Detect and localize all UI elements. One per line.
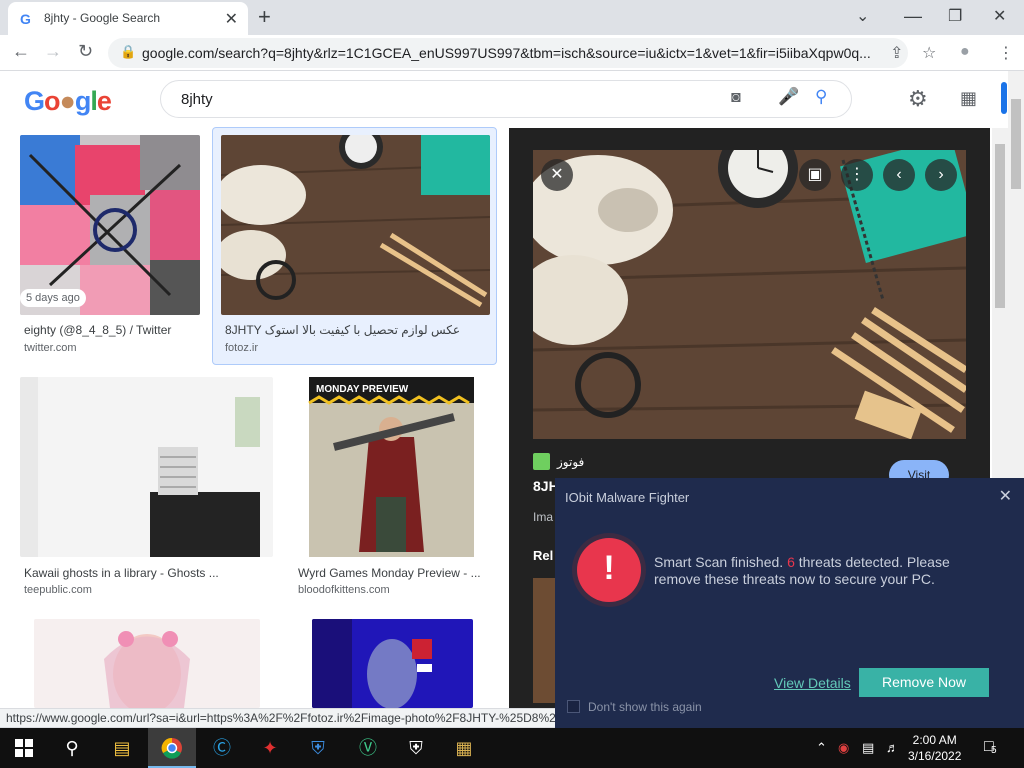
result-title[interactable]: 8JHTY عکس لوازم تحصیل با کیفیت بالا استو… — [225, 323, 485, 337]
popup-title: IObit Malware Fighter — [565, 490, 690, 505]
windows-start-icon[interactable] — [0, 728, 48, 768]
network-icon[interactable]: ▤ — [862, 740, 874, 756]
system-clock[interactable]: 2:00 AM 3/16/2022 — [908, 732, 961, 764]
preview-next-icon[interactable]: › — [925, 159, 957, 191]
search-input[interactable]: 8jhty — [181, 91, 213, 108]
scrollbar-thumb[interactable] — [995, 144, 1005, 308]
tab-close-icon[interactable]: ✕ — [225, 9, 238, 29]
show-hidden-icons-icon[interactable]: ⌃ — [816, 740, 827, 756]
google-lens-icon[interactable]: ▣ — [799, 159, 831, 191]
archive-app-icon[interactable]: ▦ — [440, 728, 488, 768]
voice-search-icon[interactable]: 🎤 — [778, 87, 799, 107]
url-text[interactable]: google.com/search?q=8jhty&rlz=1C1GCEA_en… — [142, 45, 882, 61]
tab-strip: G 8jhty - Google Search ✕ + ⌄ — ❐ ✕ — [0, 0, 1024, 35]
ccleaner-icon[interactable]: Ⓒ — [198, 728, 246, 768]
view-details-link[interactable]: View Details — [774, 675, 851, 691]
iobit-malware-fighter-popup: IObit Malware Fighter ✕ ! Smart Scan fin… — [555, 478, 1024, 728]
age-badge: 5 days ago — [20, 289, 86, 307]
threat-count: 6 — [787, 554, 795, 570]
clock-date: 3/16/2022 — [908, 749, 962, 763]
restore-button[interactable]: ❐ — [948, 6, 962, 26]
tab-search-icon[interactable]: ⌄ — [856, 6, 869, 26]
reload-icon[interactable]: ↻ — [78, 41, 93, 62]
iobit-uninstaller-icon[interactable]: Ⓥ — [344, 728, 392, 768]
image-result-2-selected[interactable]: 8JHTY عکس لوازم تحصیل با کیفیت بالا استو… — [212, 127, 497, 365]
address-bar[interactable]: 🔒 google.com/search?q=8jhty&rlz=1C1GCEA_… — [108, 38, 908, 68]
bookmark-star-icon[interactable]: ☆ — [922, 43, 936, 63]
tab-title: 8jhty - Google Search — [44, 11, 161, 25]
preview-image[interactable]: ✕ ▣ ⋮ ‹ › — [533, 150, 966, 439]
result-title[interactable]: eighty (@8_4_8_5) / Twitter — [24, 323, 200, 337]
result-source[interactable]: bloodofkittens.com — [298, 584, 390, 596]
google-apps-icon[interactable]: ▦ — [960, 88, 977, 109]
chrome-menu-icon[interactable]: ⋮ — [998, 43, 1014, 63]
result-source[interactable]: twitter.com — [24, 342, 77, 354]
windows-taskbar: ⚲ ▤ Ⓒ ✦ ⛨ Ⓥ ⛨ ▦ ⌃ ◉ ▤ ♬ 2:00 AM 3/16/202… — [0, 728, 1024, 768]
popup-close-icon[interactable]: ✕ — [999, 486, 1012, 506]
image-result-5[interactable] — [20, 619, 261, 708]
remove-now-button[interactable]: Remove Now — [859, 668, 989, 697]
alert-icon: ! — [577, 538, 641, 602]
close-preview-icon[interactable]: ✕ — [541, 159, 573, 191]
result-source[interactable]: teepublic.com — [24, 584, 92, 596]
result-thumbnail[interactable] — [20, 377, 273, 557]
result-title[interactable]: Kawaii ghosts in a library - Ghosts ... — [24, 566, 269, 580]
scan-result-message: Smart Scan finished. 6 threats detected.… — [654, 554, 984, 588]
google-header: Go●gle 8jhty ◙ 🎤 ⚲ ⚙ ▦ — [0, 71, 1008, 128]
preview-more-icon[interactable]: ⋮ — [841, 159, 873, 191]
lock-icon: 🔒 — [120, 44, 137, 59]
images-may-be-subject-text: Ima — [533, 510, 554, 524]
preview-prev-icon[interactable]: ‹ — [883, 159, 915, 191]
iobit-fighter-icon[interactable]: ✦ — [246, 728, 294, 768]
image-result-3[interactable]: Kawaii ghosts in a library - Ghosts ... … — [20, 377, 273, 597]
image-result-1[interactable]: 5 days ago eighty (@8_4_8_5) / Twitter t… — [20, 135, 200, 355]
camera-search-icon[interactable]: ◙ — [731, 89, 741, 107]
result-thumbnail[interactable] — [312, 619, 473, 708]
forward-icon[interactable]: → — [44, 41, 62, 62]
result-thumbnail[interactable] — [20, 135, 200, 315]
result-source[interactable]: fotoz.ir — [225, 342, 258, 354]
settings-gear-icon[interactable]: ⚙ — [908, 86, 928, 112]
related-images-heading: Rel — [533, 548, 554, 563]
google-logo[interactable]: Go●gle — [24, 86, 112, 117]
security-shield-icon[interactable]: ⛨ — [294, 728, 342, 768]
browser-toolbar: ← → ↻ 🔒 google.com/search?q=8jhty&rlz=1C… — [0, 35, 1024, 71]
windows-security-icon[interactable]: ⛨ — [392, 728, 440, 768]
status-url-bar: https://www.google.com/url?sa=i&url=http… — [0, 708, 556, 728]
clock-time: 2:00 AM — [912, 733, 957, 747]
window-close-button[interactable]: ✕ — [993, 6, 1006, 26]
share-icon[interactable]: ⇪ — [890, 43, 903, 63]
tray-app-icon[interactable]: ◉ — [838, 740, 849, 756]
taskbar-search-icon[interactable]: ⚲ — [48, 728, 96, 768]
notification-count-badge: 5 — [991, 745, 997, 756]
chrome-taskbar-icon[interactable] — [148, 728, 196, 768]
file-explorer-icon[interactable]: ▤ — [98, 728, 146, 768]
search-box[interactable]: 8jhty ◙ 🎤 ⚲ — [160, 80, 852, 118]
browser-tab[interactable]: G 8jhty - Google Search ✕ — [8, 2, 248, 35]
minimize-button[interactable]: — — [904, 6, 922, 27]
message-prefix: Smart Scan finished. — [654, 554, 788, 570]
result-thumbnail[interactable]: MONDAY PREVIEW — [294, 377, 489, 557]
dont-show-label: Don't show this again — [588, 700, 702, 714]
image-result-6[interactable] — [296, 619, 490, 708]
sign-in-button-edge[interactable] — [1001, 82, 1007, 114]
monday-preview-banner: MONDAY PREVIEW — [316, 384, 409, 395]
result-thumbnail[interactable] — [221, 135, 490, 315]
image-result-4[interactable]: MONDAY PREVIEW Wyrd Games Monday Preview… — [294, 377, 489, 597]
preview-site-name[interactable]: فوتوز — [557, 455, 584, 469]
profile-avatar-icon[interactable]: ● — [960, 43, 970, 61]
result-thumbnail[interactable] — [34, 619, 260, 708]
volume-icon[interactable]: ♬ — [886, 740, 899, 755]
scrollbar-thumb[interactable] — [1011, 99, 1021, 189]
google-favicon-icon: G — [20, 11, 31, 27]
site-logo-icon — [533, 453, 550, 470]
search-icon[interactable]: ⚲ — [815, 87, 827, 107]
back-icon[interactable]: ← — [12, 41, 30, 62]
dont-show-checkbox[interactable] — [567, 700, 580, 713]
new-tab-button[interactable]: + — [258, 4, 271, 30]
result-title[interactable]: Wyrd Games Monday Preview - ... — [298, 566, 488, 580]
